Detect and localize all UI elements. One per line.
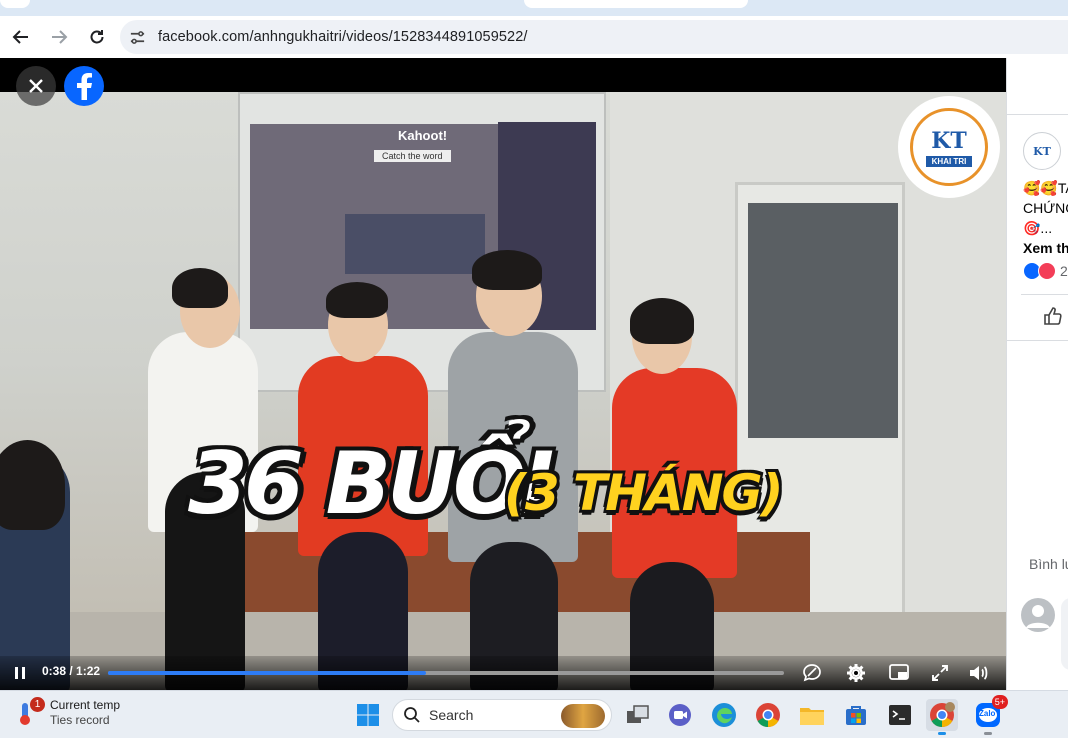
chrome-icon [756,703,780,727]
omnibox[interactable]: facebook.com/anhngukhaitri/videos/152834… [120,20,1068,54]
edge-button[interactable] [708,699,740,731]
side-divider [1007,114,1068,115]
progress-bar[interactable] [108,671,784,675]
weather-widget[interactable]: 1 Current temp Ties record [14,697,120,729]
overlay-subtitle: (3 THÁNG) [504,464,783,522]
picture-in-picture-icon [889,664,909,680]
site-info-icon[interactable] [124,24,150,50]
thermometer-icon: 1 [14,697,45,729]
time-display: 0:38 / 1:22 [42,664,101,678]
video-controls: 0:38 / 1:22 [0,656,1006,690]
weather-badge: 1 [30,697,45,712]
gear-icon [847,664,865,682]
weather-title: Current temp [50,698,121,712]
file-explorer-button[interactable] [796,699,828,731]
weather-subtitle: Ties record [50,713,110,727]
task-view-button[interactable] [622,699,654,731]
chrome-profile-icon [930,702,955,727]
expand-icon [932,665,948,681]
active-tab[interactable] [524,0,748,8]
running-indicator [938,732,946,735]
search-placeholder: Search [429,707,474,723]
volume-icon [970,666,988,680]
captions-button[interactable] [800,661,824,685]
comment-avatar[interactable] [1021,598,1055,632]
page-avatar[interactable]: KT [1023,132,1061,170]
folder-icon [800,708,824,725]
terminal-icon [889,705,911,725]
chrome-button[interactable] [752,699,784,731]
reload-button[interactable] [80,20,114,54]
pause-button[interactable] [8,662,32,684]
see-more-link[interactable]: Xem th [1023,240,1068,256]
overlay-title: 36 BUỔI [188,434,554,534]
video-call-icon [669,704,691,726]
post-text-line-1: 🥰🥰TA [1023,180,1068,196]
logo-mark: KT [931,127,967,154]
post-text-line-2: CHỨNG [1023,200,1068,216]
comment-off-icon [803,664,821,682]
start-button[interactable] [352,699,384,731]
video-frame[interactable]: Kahoot! Catch the word 36 BUỔI (3 THÁNG) [0,92,1006,690]
arrow-right-icon [52,30,68,44]
windows-icon [357,704,379,726]
post-text-line-3: 🎯... [1023,220,1053,236]
volume-button[interactable] [966,661,992,685]
comment-box[interactable] [1061,598,1068,670]
store-icon [846,706,866,725]
settings-button[interactable] [844,661,868,685]
facebook-f-icon [77,73,92,100]
progress-fill [108,671,426,675]
like-button[interactable] [1043,306,1067,328]
edge-icon [712,703,736,727]
khai-tri-logo: KT KHAI TRI [898,96,1000,198]
zalo-button[interactable]: Zalo 5+ [972,695,1008,735]
love-reaction-icon [1038,262,1056,280]
address-bar: facebook.com/anhngukhaitri/videos/152834… [0,16,1068,58]
video-viewer[interactable]: Kahoot! Catch the word 36 BUỔI (3 THÁNG) [0,58,1006,690]
close-icon [29,79,43,93]
store-button[interactable] [840,699,872,731]
back-button[interactable] [4,20,38,54]
thumbs-up-icon [1044,307,1062,325]
reaction-count: 2 [1060,263,1068,279]
pause-icon [15,667,25,679]
user-icon [1026,605,1050,628]
side-divider [1007,340,1068,341]
logo-subtext: KHAI TRI [925,155,973,167]
zalo-badge: 5+ [991,695,1008,709]
close-button[interactable] [16,66,56,106]
reactions-summary[interactable]: 2 [1023,262,1068,280]
url-text[interactable]: facebook.com/anhngukhaitri/videos/152834… [158,29,528,45]
chrome-profile-button[interactable] [926,699,958,735]
post-side-panel: KT 🥰🥰TA CHỨNG 🎯... Xem th 2 Bình lu [1006,58,1068,690]
miniplayer-button[interactable] [887,661,911,685]
zalo-label: Zalo [979,709,996,718]
teams-meet-button[interactable] [664,699,696,731]
tab-edge-left[interactable] [0,0,30,8]
screen-text-catch: Catch the word [374,150,451,162]
terminal-button[interactable] [884,699,916,731]
taskbar: 1 Current temp Ties record Search Zalo 5… [0,690,1068,738]
search-icon [404,707,420,723]
running-indicator [984,732,992,735]
side-divider [1021,294,1068,295]
tab-strip [0,0,1068,16]
screen-text-kahoot: Kahoot! [398,128,448,143]
forward-button[interactable] [42,20,76,54]
fullscreen-button[interactable] [928,661,952,685]
taskbar-search[interactable]: Search [392,699,612,731]
task-view-icon [627,705,649,723]
facebook-logo[interactable] [64,66,104,106]
search-highlight-icon [561,704,605,728]
arrow-left-icon [12,30,28,44]
comments-label: Bình lu [1029,556,1068,572]
reload-icon [90,30,104,44]
